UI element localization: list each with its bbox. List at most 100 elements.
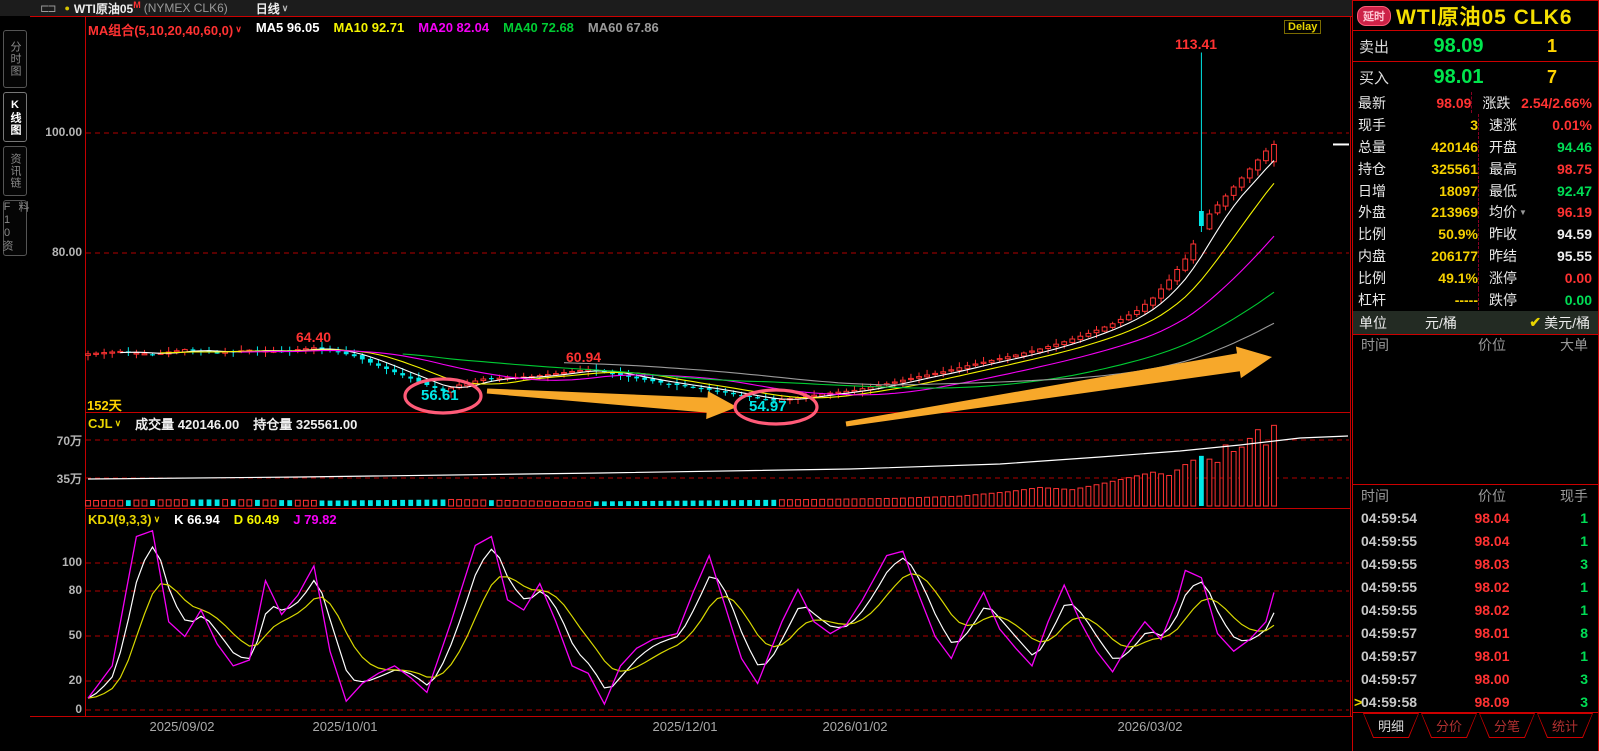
- trade-time-text: 04:59:57: [1361, 625, 1417, 641]
- bid-row[interactable]: 买入 98.01 7: [1353, 62, 1598, 92]
- quote-label-text: 最高: [1489, 159, 1517, 179]
- date-axis-tick: 2025/12/01: [652, 719, 717, 734]
- big-order-table-header: 时间 价位 大单: [1353, 334, 1598, 356]
- trade-row[interactable]: >04:59:5898.093: [1353, 690, 1598, 713]
- trade-time: 04:59:57: [1353, 625, 1453, 641]
- trade-size: 3: [1531, 556, 1598, 572]
- quote-value: 94.59: [1530, 226, 1598, 242]
- symbol-name: WTI原油05M: [74, 0, 141, 17]
- kdj-indicator-dropdown[interactable]: KDJ(9,3,3) ∨: [88, 512, 160, 527]
- quote-value: 94.46: [1530, 139, 1598, 155]
- tab-fenbi[interactable]: 分笔: [1479, 713, 1535, 738]
- trade-row[interactable]: 04:59:5598.041: [1353, 529, 1598, 552]
- volume-indicator-dropdown[interactable]: CJL ∨: [88, 414, 121, 433]
- quote-value: 49.1%: [1406, 270, 1478, 286]
- trade-price: 98.04: [1453, 533, 1531, 549]
- trade-price: 98.00: [1453, 671, 1531, 687]
- trade-row[interactable]: 04:59:5598.021: [1353, 598, 1598, 621]
- trade-time-text: 04:59:55: [1361, 533, 1417, 549]
- kdj-value-1: D 60.49: [234, 512, 280, 527]
- quote-row: 现手3速涨0.01%: [1353, 114, 1598, 135]
- ma-settings-dropdown[interactable]: MA组合(5,10,20,40,60,0) ∨: [88, 20, 242, 39]
- trade-time-text: 04:59:57: [1361, 671, 1417, 687]
- quote-value: 50.9%: [1406, 226, 1478, 242]
- quote-label: 内盘: [1353, 246, 1406, 266]
- price-axis-tick: 80.00: [38, 245, 82, 259]
- ask-price[interactable]: 98.09: [1411, 35, 1506, 58]
- trade-time: 04:59:55: [1353, 602, 1453, 618]
- sidebar-tab-2[interactable]: 资讯链: [3, 146, 27, 196]
- quote-label: 昨收: [1478, 224, 1530, 245]
- quote-value: 213969: [1406, 204, 1478, 220]
- quote-value: -----: [1406, 292, 1478, 308]
- quote-label: 日增: [1353, 181, 1406, 201]
- sidebar-tab-0[interactable]: 分时图: [3, 30, 27, 88]
- quote-row: 总量420146开盘94.46: [1353, 136, 1598, 157]
- trade-row[interactable]: 04:59:57 98.003: [1353, 667, 1598, 690]
- quote-value: 96.19: [1530, 204, 1598, 220]
- trade-col-size: 现手: [1531, 486, 1598, 506]
- trade-time-text: 04:59:55: [1361, 579, 1417, 595]
- unit-option-cny[interactable]: 元/桶: [1425, 313, 1457, 333]
- unit-label: 单位: [1353, 313, 1387, 333]
- left-sidebar: 分时图 K线图资讯链 F10资料: [0, 16, 30, 751]
- ma-value-3: MA40 72.68: [503, 20, 574, 39]
- tab-mingxi[interactable]: 明细: [1363, 713, 1419, 738]
- kdj-axis-tick: 100: [38, 555, 82, 569]
- volume-axis-tick: 35万: [38, 470, 82, 487]
- quote-value: 325561: [1406, 161, 1478, 177]
- trade-size: 8: [1531, 625, 1598, 641]
- kdj-axis-tick: 20: [38, 673, 82, 687]
- ma-value-4: MA60 67.86: [588, 20, 659, 39]
- tab-tongji[interactable]: 统计: [1537, 713, 1593, 738]
- ask-row[interactable]: 卖出 98.09 1: [1353, 31, 1598, 62]
- trade-col-price: 价位: [1453, 486, 1531, 506]
- tab-label: 明细: [1364, 714, 1418, 737]
- quote-label: 最高: [1478, 158, 1530, 179]
- tab-fenjia[interactable]: 分价: [1421, 713, 1477, 738]
- quote-value: 206177: [1406, 248, 1478, 264]
- ma-value-0: MA5 96.05: [256, 20, 320, 39]
- trade-time-text: 04:59:55: [1361, 556, 1417, 572]
- quote-label: 比例: [1353, 268, 1406, 288]
- trade-price: 98.09: [1453, 694, 1531, 710]
- sidebar-tab-1[interactable]: K线图: [3, 92, 27, 142]
- trade-row[interactable]: 04:59:5498.041: [1353, 506, 1598, 529]
- ask-bid-box: 卖出 98.09 1 买入 98.01 7: [1353, 31, 1598, 93]
- trade-row[interactable]: 04:59:5598.033: [1353, 552, 1598, 575]
- kdj-values: K 66.94D 60.49J 79.82: [174, 512, 336, 527]
- quote-label: 跌停: [1478, 289, 1530, 310]
- exchange-name: (NYMEX CLK6): [144, 1, 228, 15]
- trade-time-text: 04:59:58: [1361, 694, 1417, 710]
- ma-group-label: MA组合(5,10,20,40,60,0): [88, 20, 233, 39]
- volume-total-label: 成交量 420146.00: [135, 414, 239, 433]
- quote-value: 18097: [1406, 183, 1478, 199]
- link-icon[interactable]: ⊏⊐: [40, 2, 54, 15]
- quote-detail-grid: 最新98.09涨跌2.54/2.66%现手3速涨0.01%总量420146开盘9…: [1353, 92, 1598, 312]
- trade-row[interactable]: 04:59:5798.011: [1353, 644, 1598, 667]
- trade-row[interactable]: 04:59:5598.021: [1353, 575, 1598, 598]
- quote-label[interactable]: 均价▼: [1478, 202, 1530, 223]
- bid-price[interactable]: 98.01: [1411, 66, 1506, 89]
- quote-label-text: 涨停: [1489, 268, 1517, 288]
- quote-label-text: 均价: [1489, 202, 1517, 222]
- kdj-axis-tick: 50: [38, 628, 82, 642]
- quote-row: 比例49.1%涨停0.00: [1353, 268, 1598, 289]
- trade-row[interactable]: 04:59:5798.018: [1353, 621, 1598, 644]
- quote-value: 3: [1406, 117, 1478, 133]
- period-dropdown[interactable]: 日线 ∨: [256, 0, 289, 17]
- unit-option-usd[interactable]: ✔ 美元/桶: [1529, 313, 1590, 333]
- date-axis-tick: 2025/09/02: [149, 719, 214, 734]
- quote-panel: 延时 WTI原油05 CLK6 卖出 98.09 1 买入 98.01 7 最新…: [1352, 0, 1599, 751]
- sidebar-tab-3[interactable]: F10资料: [3, 200, 27, 256]
- unit-row: 单位 元/桶 ✔ 美元/桶: [1353, 311, 1598, 335]
- quote-label: 外盘: [1353, 202, 1406, 222]
- trade-size: 1: [1531, 579, 1598, 595]
- quote-row: 外盘213969均价▼96.19: [1353, 202, 1598, 223]
- quote-label: 最低: [1478, 180, 1530, 201]
- price-axis-tick: 100.00: [38, 125, 82, 139]
- trade-size: 3: [1531, 671, 1598, 687]
- trade-time: >04:59:58: [1353, 694, 1453, 710]
- quote-panel-tabs: 明细分价分笔统计: [1353, 713, 1598, 741]
- quote-row: 内盘206177昨结95.55: [1353, 246, 1598, 267]
